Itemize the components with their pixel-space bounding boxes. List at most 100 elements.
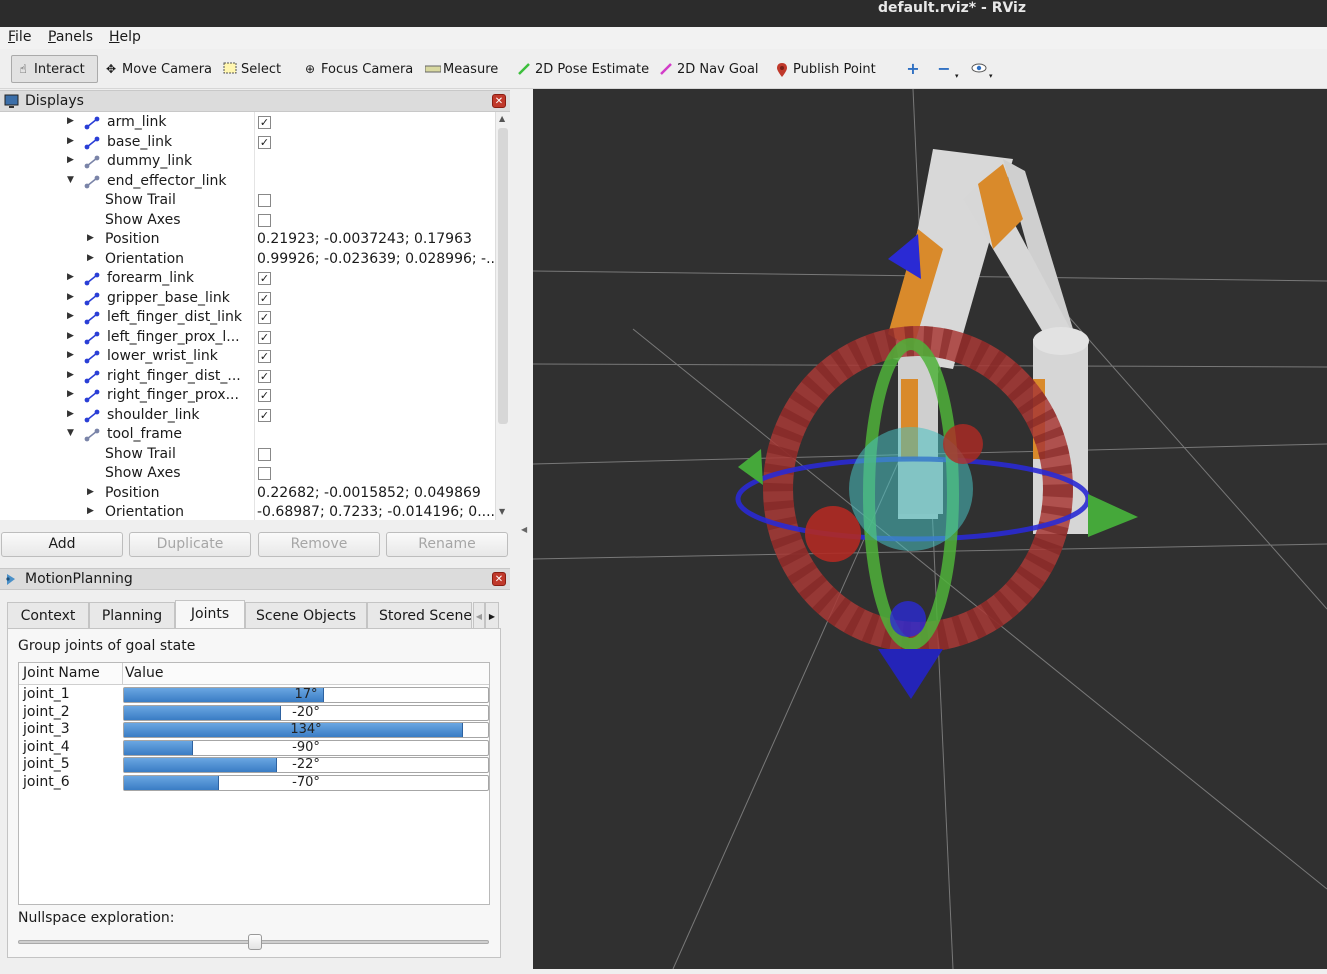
tree-row[interactable]: ▶ lower_wrist_link ✓ bbox=[0, 347, 495, 367]
robot-scene[interactable] bbox=[533, 89, 1327, 969]
property-value[interactable]: -0.68987; 0.7233; -0.014196; 0.... bbox=[257, 504, 495, 520]
chevron-right-icon[interactable]: ▶ bbox=[67, 331, 74, 341]
tool-focus-camera[interactable]: ⊕ Focus Camera bbox=[299, 55, 417, 83]
enable-checkbox[interactable]: ✓ bbox=[258, 311, 271, 324]
column-header-joint-name[interactable]: Joint Name bbox=[23, 665, 100, 681]
property-checkbox[interactable] bbox=[258, 194, 271, 207]
chevron-right-icon[interactable]: ▶ bbox=[67, 136, 74, 146]
tree-row[interactable]: ▶ Position 0.22682; -0.0015852; 0.049869 bbox=[0, 484, 495, 504]
tree-row[interactable]: ▶ Orientation 0.99926; -0.023639; 0.028996… bbox=[0, 250, 495, 270]
view-button[interactable]: ▾ bbox=[967, 55, 997, 83]
nullspace-slider[interactable] bbox=[18, 934, 489, 950]
joint-value-slider[interactable]: -70° bbox=[123, 774, 489, 791]
remove-tool-button[interactable]: − ▾ bbox=[933, 55, 963, 83]
property-checkbox[interactable] bbox=[258, 447, 271, 461]
tab-scroll-right-icon[interactable]: ▶ bbox=[485, 602, 499, 629]
tree-row[interactable]: ▶ dummy_link bbox=[0, 152, 495, 172]
tree-row[interactable]: ▶ Orientation -0.68987; 0.7233; -0.014196;… bbox=[0, 503, 495, 520]
chevron-right-icon[interactable]: ▶ bbox=[67, 155, 74, 165]
tool-select[interactable]: Select bbox=[219, 55, 285, 83]
enable-checkbox[interactable]: ✓ bbox=[258, 330, 271, 344]
scroll-up-icon[interactable]: ▲ bbox=[499, 114, 505, 123]
enable-checkbox[interactable]: ✓ bbox=[258, 291, 271, 305]
splitter-handle-icon[interactable]: ◀ bbox=[521, 525, 527, 534]
tree-row[interactable]: ▶ Position 0.21923; -0.0037243; 0.17963 bbox=[0, 230, 495, 250]
remove-button[interactable]: Remove bbox=[258, 532, 380, 557]
tab-scroll-left-icon[interactable]: ◀ bbox=[473, 602, 485, 629]
joint-value-slider[interactable]: -90° bbox=[123, 739, 489, 756]
tab-joints[interactable]: Joints bbox=[175, 600, 245, 630]
scroll-down-icon[interactable]: ▼ bbox=[499, 507, 505, 516]
tree-row[interactable]: Show Axes bbox=[0, 464, 495, 484]
tool-interact[interactable]: ☝ Interact bbox=[11, 55, 98, 83]
tool-2d-pose-estimate[interactable]: 2D Pose Estimate bbox=[513, 55, 653, 83]
enable-checkbox[interactable]: ✓ bbox=[258, 350, 271, 363]
tree-row[interactable]: ▶ right_finger_prox... ✓ bbox=[0, 386, 495, 406]
chevron-right-icon[interactable]: ▶ bbox=[87, 506, 94, 516]
chevron-right-icon[interactable]: ▶ bbox=[87, 233, 94, 243]
menu-panels[interactable]: Panels bbox=[48, 29, 93, 45]
enable-checkbox[interactable]: ✓ bbox=[258, 272, 271, 285]
tree-row[interactable]: Show Trail bbox=[0, 191, 495, 211]
chevron-right-icon[interactable]: ▶ bbox=[87, 253, 94, 263]
joint-value-slider[interactable]: 134° bbox=[123, 722, 489, 738]
scrollbar-thumb[interactable] bbox=[498, 128, 508, 424]
chevron-right-icon[interactable]: ▶ bbox=[87, 487, 94, 497]
enable-checkbox[interactable]: ✓ bbox=[258, 369, 271, 383]
chevron-right-icon[interactable]: ▶ bbox=[67, 116, 74, 126]
chevron-right-icon[interactable]: ▶ bbox=[67, 389, 74, 399]
tree-row[interactable]: Show Trail bbox=[0, 445, 495, 465]
tree-row[interactable]: ▶ right_finger_dist_... ✓ bbox=[0, 367, 495, 387]
property-checkbox[interactable] bbox=[258, 213, 271, 227]
tool-move-camera[interactable]: ✥ Move Camera bbox=[100, 55, 216, 83]
tree-row[interactable]: ▶ base_link ✓ bbox=[0, 133, 495, 153]
tool-2d-nav-goal[interactable]: 2D Nav Goal bbox=[655, 55, 763, 83]
tree-row[interactable]: ▶ left_finger_dist_link ✓ bbox=[0, 308, 495, 328]
joint-value-slider[interactable]: -22° bbox=[123, 757, 489, 773]
add-button[interactable]: Add bbox=[1, 532, 123, 557]
chevron-right-icon[interactable]: ▶ bbox=[67, 292, 74, 302]
menu-file[interactable]: File bbox=[8, 29, 31, 45]
property-value[interactable]: 0.22682; -0.0015852; 0.049869 bbox=[257, 485, 481, 501]
tab-scene-objects[interactable]: Scene Objects bbox=[245, 602, 367, 629]
tree-row[interactable]: ▼ end_effector_link bbox=[0, 172, 495, 192]
close-icon[interactable]: ✕ bbox=[492, 572, 506, 586]
chevron-down-icon[interactable]: ▼ bbox=[67, 428, 74, 438]
tool-measure[interactable]: Measure bbox=[421, 55, 502, 83]
property-value[interactable]: 0.99926; -0.023639; 0.028996; -... bbox=[257, 251, 495, 267]
enable-checkbox[interactable]: ✓ bbox=[258, 408, 271, 422]
tree-row[interactable]: ▶ arm_link ✓ bbox=[0, 113, 495, 133]
column-header-value[interactable]: Value bbox=[125, 665, 163, 681]
close-icon[interactable]: ✕ bbox=[492, 94, 506, 108]
duplicate-button[interactable]: Duplicate bbox=[129, 532, 251, 557]
tab-stored-scene[interactable]: Stored Scene bbox=[367, 602, 472, 629]
slider-handle[interactable] bbox=[247, 934, 262, 950]
3d-viewport[interactable] bbox=[533, 89, 1327, 969]
tree-row[interactable]: ▶ forearm_link ✓ bbox=[0, 269, 495, 289]
enable-checkbox[interactable]: ✓ bbox=[258, 389, 271, 402]
chevron-right-icon[interactable]: ▶ bbox=[67, 350, 74, 360]
chevron-right-icon[interactable]: ▶ bbox=[67, 409, 74, 419]
tool-publish-point[interactable]: Publish Point bbox=[771, 55, 880, 83]
menu-help[interactable]: Help bbox=[109, 29, 141, 45]
rename-button[interactable]: Rename bbox=[386, 532, 508, 557]
tree-row[interactable]: ▶ gripper_base_link ✓ bbox=[0, 289, 495, 309]
tab-context[interactable]: Context bbox=[7, 602, 89, 629]
tree-row[interactable]: Show Axes bbox=[0, 211, 495, 231]
property-value[interactable]: 0.21923; -0.0037243; 0.17963 bbox=[257, 231, 472, 247]
joint-value-slider[interactable]: 17° bbox=[123, 687, 489, 703]
tree-row[interactable]: ▶ shoulder_link ✓ bbox=[0, 406, 495, 426]
tree-row[interactable]: ▶ left_finger_prox_l... ✓ bbox=[0, 328, 495, 348]
joint-value-slider[interactable]: -20° bbox=[123, 704, 489, 721]
enable-checkbox[interactable]: ✓ bbox=[258, 116, 271, 129]
tree-row[interactable]: ▼ tool_frame bbox=[0, 425, 495, 445]
chevron-right-icon[interactable]: ▶ bbox=[67, 311, 74, 321]
displays-tree[interactable]: ▶ arm_link ✓ ▶ base_link ✓ ▶ dummy_link ▼ end_eff… bbox=[0, 112, 495, 520]
enable-checkbox[interactable]: ✓ bbox=[258, 135, 271, 149]
add-tool-button[interactable]: + bbox=[902, 55, 924, 83]
tab-planning[interactable]: Planning bbox=[89, 602, 175, 629]
displays-scrollbar[interactable]: ▲ ▼ bbox=[495, 112, 510, 520]
chevron-right-icon[interactable]: ▶ bbox=[67, 272, 74, 282]
property-checkbox[interactable] bbox=[258, 467, 271, 480]
chevron-down-icon[interactable]: ▼ bbox=[67, 175, 74, 185]
